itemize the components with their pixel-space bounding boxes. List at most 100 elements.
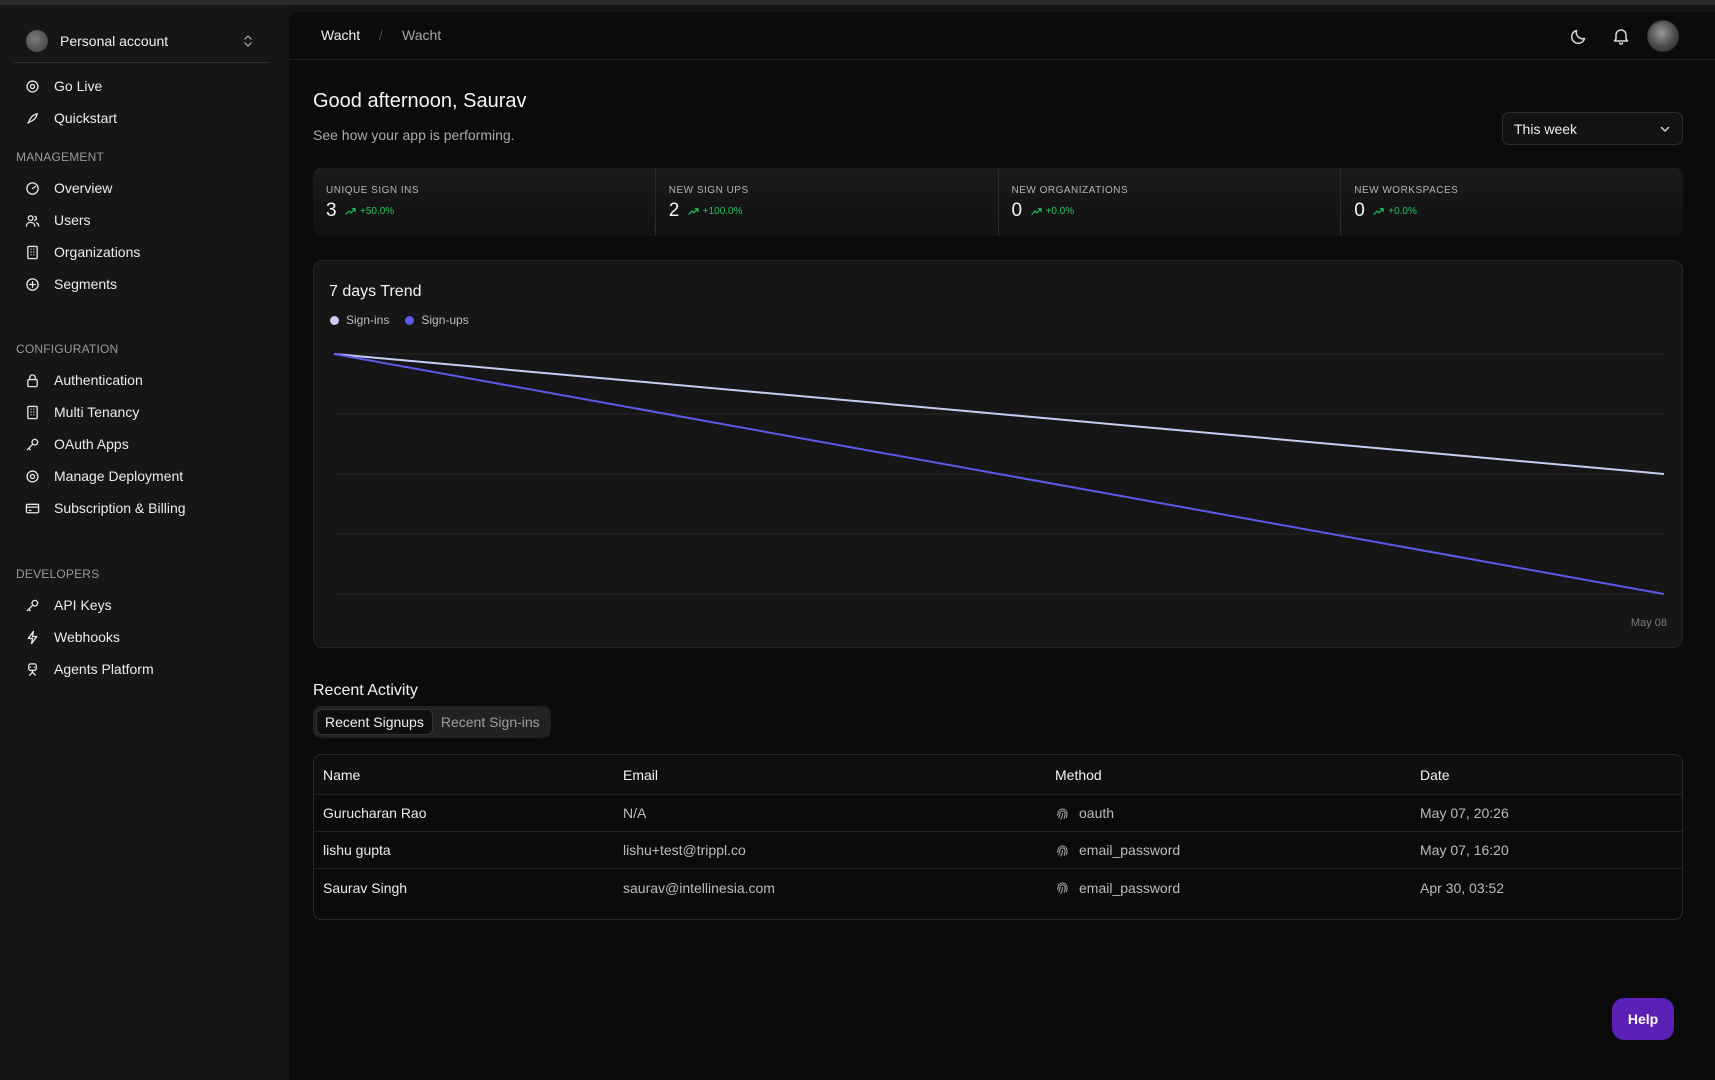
table-row[interactable]: Gurucharan Rao N/A oauth May 07, 20:26	[314, 795, 1682, 832]
sidebar-item-subscription-billing[interactable]: Subscription & Billing	[14, 493, 274, 523]
date-range-select[interactable]: This week	[1502, 112, 1683, 145]
sidebar-item-oauth-apps[interactable]: OAuth Apps	[14, 429, 274, 459]
account-switcher[interactable]: Personal account	[14, 19, 270, 63]
plus-circle-icon	[24, 276, 40, 292]
stat-label: UNIQUE SIGN INS	[326, 185, 420, 196]
sidebar-item-users[interactable]: Users	[14, 205, 274, 235]
table-header-row: Name Email Method Date	[314, 755, 1682, 795]
stats-row: UNIQUE SIGN INS 3 +50.0% NEW SIGN UPS 2 …	[313, 168, 1683, 236]
sidebar: Personal account Go Live Quickstart MANA…	[0, 5, 288, 1080]
sidebar-item-label: Segments	[54, 276, 118, 292]
stat-card-new-organizations: NEW ORGANIZATIONS 0 +0.0%	[998, 168, 1342, 236]
table-row[interactable]: Saurav Singh saurav@intellinesia.com ema…	[314, 869, 1682, 906]
tab-recent-signups[interactable]: Recent Signups	[316, 709, 433, 735]
sidebar-item-webhooks[interactable]: Webhooks	[14, 622, 274, 652]
stat-delta: +100.0%	[688, 206, 743, 217]
rocket-icon	[24, 110, 40, 126]
sidebar-item-label: Agents Platform	[54, 661, 154, 677]
stat-value: 0	[1011, 200, 1023, 221]
sidebar-item-segments[interactable]: Segments	[14, 269, 274, 299]
nav-section-configuration: CONFIGURATION	[16, 342, 119, 356]
stat-delta-text: +0.0%	[1045, 206, 1075, 217]
sidebar-item-label: Manage Deployment	[54, 468, 184, 484]
stat-value: 2	[668, 200, 680, 221]
breadcrumb-app[interactable]: Wacht	[321, 27, 360, 43]
stat-card-new-workspaces: NEW WORKSPACES 0 +0.0%	[1341, 168, 1683, 236]
tab-recent-sign-ins[interactable]: Recent Sign-ins	[433, 709, 548, 735]
help-button[interactable]: Help	[1612, 998, 1674, 1040]
cell-method-text: email_password	[1079, 879, 1181, 896]
sidebar-item-multi-tenancy[interactable]: Multi Tenancy	[14, 397, 274, 427]
sidebar-item-manage-deployment[interactable]: Manage Deployment	[14, 461, 274, 491]
stat-value: 3	[326, 200, 337, 221]
chevron-down-icon	[1660, 126, 1670, 132]
page-title: Good afternoon, Saurav	[313, 90, 527, 112]
sidebar-item-label: Go Live	[54, 78, 103, 94]
chevrons-up-down-icon	[244, 34, 252, 47]
cell-date: Apr 30, 03:52	[1420, 879, 1505, 896]
breadcrumb-deployment[interactable]: Wacht	[402, 27, 441, 43]
cell-method: oauth	[1046, 805, 1411, 821]
cell-method-text: oauth	[1079, 805, 1115, 821]
stat-delta-text: +50.0%	[360, 206, 395, 217]
column-header-email: Email	[623, 766, 659, 783]
trending-up-icon	[345, 208, 356, 215]
bolt-icon	[24, 629, 40, 645]
legend-dot	[405, 315, 415, 325]
legend-item-sign-ins[interactable]: Sign-ins	[330, 313, 389, 327]
stat-delta: +0.0%	[1030, 206, 1075, 217]
moon-icon[interactable]	[1569, 26, 1589, 46]
building-icon	[24, 244, 40, 260]
recent-activity-table: Name Email Method Date Gurucharan Rao N/…	[313, 754, 1683, 920]
sidebar-item-quickstart[interactable]: Quickstart	[14, 103, 274, 133]
column-header-date: Date	[1420, 766, 1450, 783]
sidebar-item-label: Organizations	[54, 244, 141, 260]
trend-chart-card: 7 days Trend Sign-ins Sign-ups May 08	[313, 260, 1683, 648]
stat-label: NEW SIGN UPS	[668, 185, 749, 196]
breadcrumb-separator: /	[379, 27, 383, 43]
gear-icon	[24, 468, 40, 484]
stat-delta-text: +100.0%	[702, 206, 743, 217]
trending-up-icon	[1030, 208, 1042, 215]
table-row[interactable]: lishu gupta lishu+test@trippl.co email_p…	[314, 832, 1682, 869]
cell-email: lishu+test@trippl.co	[623, 842, 746, 858]
legend-label: Sign-ins	[346, 313, 390, 327]
lock-icon	[24, 372, 40, 388]
users-icon	[24, 212, 40, 228]
cell-date: May 07, 20:26	[1420, 805, 1509, 821]
column-header-name: Name	[323, 766, 361, 783]
cell-email: saurav@intellinesia.com	[623, 879, 775, 896]
page-subtitle: See how your app is performing.	[313, 127, 515, 143]
sidebar-item-label: API Keys	[54, 597, 112, 613]
trending-up-icon	[1373, 208, 1384, 215]
sidebar-item-authentication[interactable]: Authentication	[14, 365, 274, 395]
recent-activity-title: Recent Activity	[313, 682, 418, 699]
sidebar-item-api-keys[interactable]: API Keys	[14, 590, 274, 620]
sidebar-item-organizations[interactable]: Organizations	[14, 237, 274, 267]
column-header-method: Method	[1055, 766, 1102, 783]
credit-card-icon	[24, 500, 40, 516]
cell-method-text: email_password	[1079, 842, 1181, 858]
sidebar-item-label: Subscription & Billing	[54, 500, 186, 516]
sidebar-item-go-live[interactable]: Go Live	[14, 71, 274, 101]
top-bar: Wacht / Wacht	[289, 12, 1715, 60]
chart-title: 7 days Trend	[329, 283, 422, 300]
cell-email: N/A	[623, 805, 647, 821]
user-avatar[interactable]	[1647, 20, 1679, 52]
legend-dot	[330, 315, 339, 325]
cell-name: Saurav Singh	[323, 879, 408, 896]
sidebar-item-agents-platform[interactable]: Agents Platform	[14, 654, 274, 684]
gauge-icon	[24, 180, 40, 196]
bell-icon[interactable]	[1611, 26, 1631, 46]
cell-method: email_password	[1046, 880, 1411, 896]
cell-name: lishu gupta	[323, 842, 391, 858]
sidebar-item-overview[interactable]: Overview	[14, 173, 274, 203]
sidebar-item-label: Authentication	[54, 372, 143, 388]
fingerprint-icon	[1057, 844, 1068, 857]
legend-item-sign-ups[interactable]: Sign-ups	[405, 313, 469, 327]
sidebar-item-label: OAuth Apps	[54, 436, 129, 452]
recent-activity-tabs: Recent Signups Recent Sign-ins	[313, 706, 551, 738]
stat-delta: +0.0%	[1373, 206, 1417, 217]
date-range-value: This week	[1514, 120, 1578, 137]
cell-name: Gurucharan Rao	[323, 805, 427, 821]
